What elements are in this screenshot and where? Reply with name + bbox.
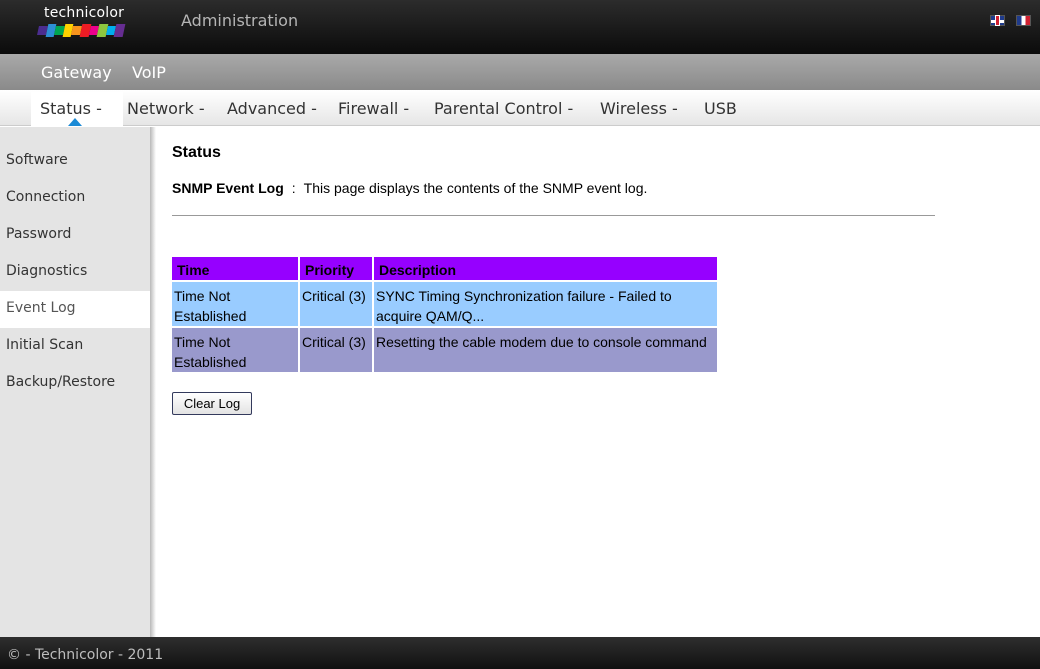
cell-time: Time Not Established bbox=[172, 328, 298, 372]
logo-stripe bbox=[113, 24, 126, 37]
tab-usb[interactable]: USB bbox=[704, 99, 737, 118]
table-row: Time Not Established Critical (3) Resett… bbox=[172, 328, 717, 372]
nav-voip[interactable]: VoIP bbox=[132, 63, 166, 82]
logo-text: technicolor bbox=[44, 5, 125, 21]
header-priority: Priority bbox=[300, 257, 372, 280]
description-separator: : bbox=[291, 180, 296, 196]
divider bbox=[172, 215, 935, 216]
tab-wireless[interactable]: Wireless - bbox=[600, 99, 678, 118]
tab-advanced[interactable]: Advanced - bbox=[227, 99, 317, 118]
table-row: Time Not Established Critical (3) SYNC T… bbox=[172, 282, 717, 326]
sidebar-item-initial-scan[interactable]: Initial Scan bbox=[0, 328, 150, 365]
sidebar-item-password[interactable]: Password bbox=[0, 217, 150, 254]
active-tab-indicator-icon bbox=[68, 118, 82, 126]
nav-gateway[interactable]: Gateway bbox=[41, 63, 112, 82]
sidebar-item-backup-restore[interactable]: Backup/Restore bbox=[0, 365, 150, 402]
main-content: Status SNMP Event Log: This page displays… bbox=[172, 127, 1032, 637]
sidebar: Software Connection Password Diagnostics… bbox=[0, 127, 150, 637]
header-bar: technicolor Administration bbox=[0, 0, 1040, 54]
page-description: SNMP Event Log: This page displays the co… bbox=[172, 180, 647, 196]
cell-description: SYNC Timing Synchronization failure - Fa… bbox=[374, 282, 717, 326]
french-flag-icon[interactable] bbox=[1016, 15, 1031, 26]
sidebar-item-connection[interactable]: Connection bbox=[0, 180, 150, 217]
logo-color-bar bbox=[37, 24, 126, 37]
table-header-row: Time Priority Description bbox=[172, 257, 717, 280]
footer-copyright: © - Technicolor - 2011 bbox=[7, 647, 164, 663]
footer: © - Technicolor - 2011 bbox=[0, 637, 1040, 669]
clear-log-button[interactable]: Clear Log bbox=[172, 392, 252, 415]
admin-title: Administration bbox=[181, 11, 299, 30]
sidebar-item-software[interactable]: Software bbox=[0, 143, 150, 180]
cell-description: Resetting the cable modem due to console… bbox=[374, 328, 717, 372]
english-flag-icon[interactable] bbox=[990, 15, 1005, 26]
technicolor-logo: technicolor bbox=[37, 5, 128, 39]
header-time: Time bbox=[172, 257, 298, 280]
description-label: SNMP Event Log bbox=[172, 180, 284, 196]
event-log-table: Time Priority Description Time Not Estab… bbox=[170, 255, 719, 374]
main-nav: Gateway VoIP bbox=[0, 54, 1040, 90]
sub-nav: Status - Network - Advanced - Firewall -… bbox=[0, 90, 1040, 126]
description-text: This page displays the contents of the S… bbox=[303, 180, 648, 196]
tab-parental-control[interactable]: Parental Control - bbox=[434, 99, 573, 118]
tab-firewall[interactable]: Firewall - bbox=[338, 99, 409, 118]
sidebar-item-event-log[interactable]: Event Log bbox=[0, 291, 150, 328]
cell-priority: Critical (3) bbox=[300, 328, 372, 372]
sidebar-item-diagnostics[interactable]: Diagnostics bbox=[0, 254, 150, 291]
header-description: Description bbox=[374, 257, 717, 280]
tab-network[interactable]: Network - bbox=[127, 99, 205, 118]
sidebar-shadow bbox=[150, 127, 156, 637]
page-title: Status bbox=[172, 144, 221, 161]
cell-priority: Critical (3) bbox=[300, 282, 372, 326]
cell-time: Time Not Established bbox=[172, 282, 298, 326]
